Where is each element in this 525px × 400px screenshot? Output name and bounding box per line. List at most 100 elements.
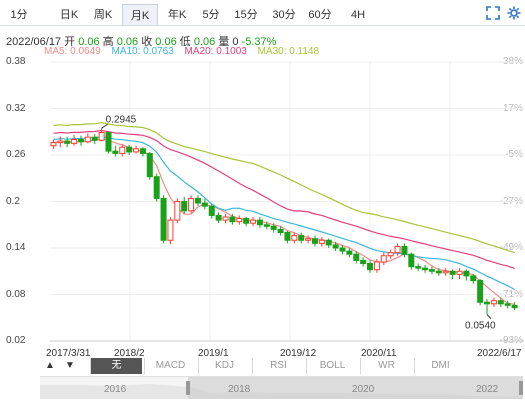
pct-tick-label: -5% [505, 149, 523, 160]
candle-body [298, 235, 305, 241]
tab-period[interactable]: 15分 [230, 4, 262, 26]
candle-body [215, 214, 222, 221]
candle-body [236, 218, 243, 223]
candle-body [229, 216, 236, 223]
tab-period[interactable]: 4H [344, 4, 372, 26]
candle-body [504, 303, 511, 306]
candle-body [422, 267, 429, 271]
tab-period[interactable]: 年K [162, 4, 192, 26]
y-tick-label: 0.02 [6, 335, 26, 346]
tab-period[interactable]: 周K [88, 4, 118, 26]
candle-body [201, 202, 208, 207]
candle-body [146, 152, 153, 178]
candle-body [105, 132, 112, 152]
range-slider[interactable]: 2016 2018 2020 2022 [40, 376, 523, 399]
tab-period[interactable]: 1分 [6, 4, 32, 26]
tab-period[interactable]: 60分 [304, 4, 336, 26]
candle-body [449, 270, 456, 275]
candle-body [64, 140, 71, 144]
candle-body [394, 245, 401, 254]
indicator-tab[interactable]: KDJ [198, 358, 250, 374]
candle-body [112, 150, 119, 154]
y-tick-label: 0.14 [6, 242, 26, 253]
candle-body [139, 148, 146, 154]
candle-body [305, 238, 312, 241]
candle-body [277, 228, 284, 233]
candle-body [256, 219, 263, 226]
candle-body [77, 139, 84, 143]
prev-arrow-icon[interactable]: ▲ [44, 358, 56, 374]
low-annotation: 0.0540 [465, 321, 496, 332]
candle-body [243, 218, 250, 224]
candle-body [194, 197, 201, 204]
high-pointer [101, 123, 108, 129]
candle-body [484, 301, 491, 305]
low-pointer [486, 314, 492, 320]
range-year-label: 2022 [476, 384, 499, 395]
candle-body [477, 280, 484, 303]
candle-body [435, 270, 442, 274]
tab-period[interactable]: 5分 [198, 4, 224, 26]
candle-body [490, 300, 497, 305]
candle-body [428, 269, 435, 272]
kline-chart[interactable]: 0.2945 0.0540 [0, 0, 525, 400]
gear-icon[interactable] [507, 6, 521, 20]
ma10-line [53, 136, 515, 291]
ma-legend: MA5: 0.0649 MA10: 0.0763 MA20: 0.1003 MA… [44, 46, 327, 57]
ma20-legend: MA20: 0.1003 [184, 46, 247, 57]
candle-body [380, 255, 387, 263]
candle-body [470, 275, 477, 282]
pct-tick-label: 38% [502, 56, 523, 67]
candle-body [511, 304, 518, 309]
candle-body [463, 270, 470, 277]
candle-body [133, 148, 140, 153]
candle-body [401, 245, 408, 255]
candle-body [318, 239, 325, 244]
candle-body [311, 238, 318, 244]
candle-body [263, 224, 270, 227]
next-arrow-icon[interactable]: ▼ [64, 358, 76, 374]
candle-body [415, 266, 422, 269]
tab-divider [0, 25, 525, 26]
ma5-line [53, 137, 515, 305]
candle-body [373, 261, 380, 271]
high-annotation: 0.2945 [106, 114, 137, 125]
candle-body [167, 219, 174, 241]
indicator-tab[interactable]: 无 [90, 358, 142, 374]
candle-body [367, 263, 374, 271]
candle-body [497, 300, 504, 305]
candle-body [160, 197, 167, 241]
period-tabs: 1分 日K 周K 月K 年K 5分 15分 30分 60分 4H [0, 4, 525, 26]
indicator-tab[interactable]: DMI [414, 358, 466, 374]
ma10-legend: MA10: 0.0763 [111, 46, 174, 57]
y-tick-label: 0.38 [6, 56, 26, 67]
tab-period[interactable]: 30分 [268, 4, 300, 26]
candle-body [188, 197, 195, 212]
indicator-tab[interactable]: MACD [144, 358, 196, 374]
range-year-label: 2016 [104, 384, 127, 395]
ma20-line [53, 129, 515, 269]
ma30-legend: MA30: 0.1148 [257, 46, 320, 57]
candle-body [360, 259, 367, 264]
candle-body [291, 235, 298, 241]
candle-body [126, 146, 133, 153]
indicator-tab[interactable]: WR [360, 358, 412, 374]
expand-icon[interactable] [486, 6, 500, 20]
indicator-tab[interactable]: RSI [252, 358, 304, 374]
candle-body [442, 270, 449, 274]
indicator-tab[interactable]: BOLL [306, 358, 358, 374]
y-tick-label: 0.08 [6, 288, 26, 300]
tab-period[interactable]: 月K [122, 4, 158, 26]
tab-period[interactable]: 日K [56, 4, 82, 26]
pct-tick-label: 17% [502, 102, 523, 114]
candle-body [270, 225, 277, 230]
candle-body [71, 139, 78, 144]
candle-body [250, 219, 257, 224]
candle-body [346, 250, 353, 255]
range-year-label: 2018 [228, 384, 251, 395]
candle-body [50, 142, 57, 147]
candle-body [339, 247, 346, 252]
candle-body [91, 136, 98, 141]
ma5-legend: MA5: 0.0649 [44, 46, 101, 57]
y-tick-label: 0.26 [6, 149, 26, 160]
